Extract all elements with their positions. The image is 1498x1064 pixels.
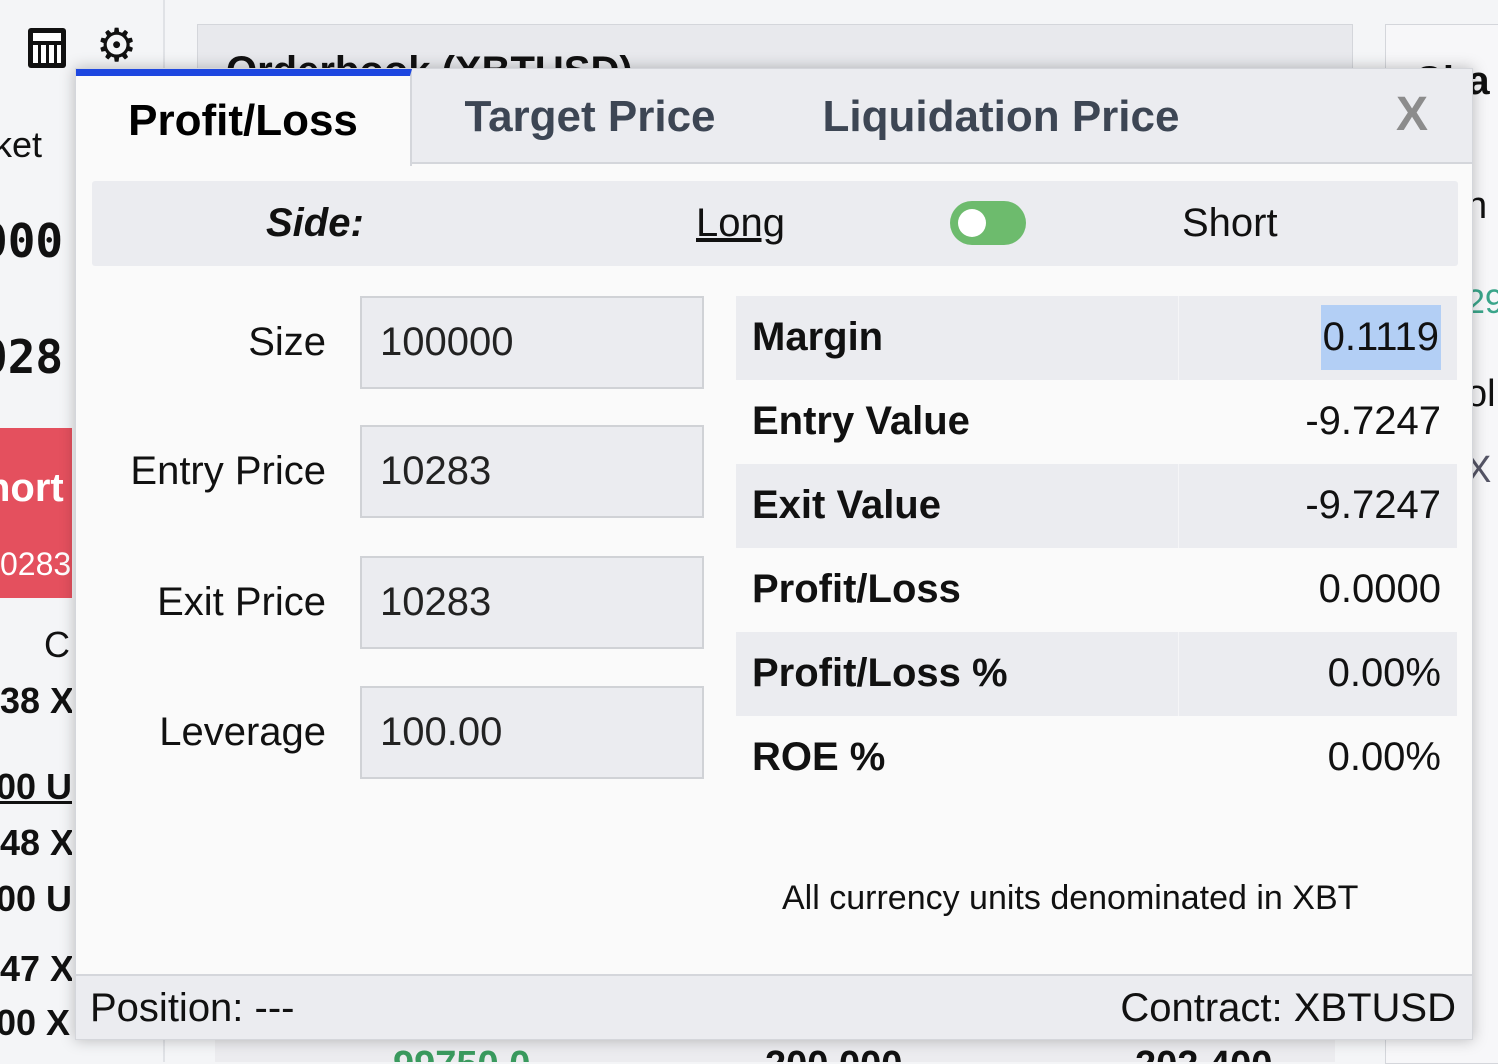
tab-liquidation-price[interactable]: Liquidation Price: [776, 69, 1226, 164]
entry-price-label: Entry Price: [130, 449, 326, 493]
result-row-roe-percent: ROE % 0.00%: [752, 735, 1441, 779]
contract-status: Contract: XBTUSD: [1120, 986, 1456, 1030]
exit-price-label: Exit Price: [157, 580, 326, 624]
side-selector: Side: Long Short: [92, 181, 1458, 266]
margin-value: 0.1119: [1320, 305, 1441, 370]
result-row-exit-value: Exit Value -9.7247: [736, 464, 1457, 548]
close-button[interactable]: X: [1396, 87, 1428, 142]
calculator-tabs: Profit/Loss Target Price Liquidation Pri…: [76, 69, 1472, 166]
leverage-field: Leverage: [76, 686, 706, 779]
result-row-profit-loss-percent: Profit/Loss % 0.00%: [736, 632, 1457, 716]
orderbook-row: 99750.0 200,000 202,400: [215, 1040, 1335, 1062]
side-label: Side:: [266, 201, 364, 245]
result-row-entry-value: Entry Value -9.7247: [752, 399, 1441, 443]
entry-price-field: Entry Price: [76, 425, 706, 518]
tab-profit-loss[interactable]: Profit/Loss: [76, 69, 412, 166]
currency-note: All currency units denominated in XBT: [782, 879, 1359, 917]
result-row-profit-loss: Profit/Loss 0.0000: [752, 567, 1441, 611]
side-short-option[interactable]: Short: [1182, 201, 1278, 246]
side-long-option[interactable]: Long: [696, 201, 785, 246]
size-input[interactable]: [360, 296, 704, 389]
size-field: Size: [76, 296, 706, 389]
result-row-margin: Margin 0.1119: [736, 296, 1457, 380]
position-status: Position: ---: [90, 986, 295, 1030]
calculator-icon[interactable]: [28, 28, 66, 68]
leverage-input[interactable]: [360, 686, 704, 779]
tab-target-price[interactable]: Target Price: [412, 69, 768, 164]
results-table: Margin 0.1119 Entry Value -9.7247 Exit Val…: [736, 296, 1457, 800]
size-label: Size: [248, 320, 326, 364]
exit-price-field: Exit Price: [76, 556, 706, 649]
status-footer: Position: --- Contract: XBTUSD: [76, 974, 1472, 1039]
entry-price-input[interactable]: [360, 425, 704, 518]
gear-icon[interactable]: ⚙: [96, 22, 137, 68]
exit-price-input[interactable]: [360, 556, 704, 649]
order-panel: ket 000 028 hort 0283 C 38 X 00 U 48 X 0…: [0, 124, 72, 1043]
profit-loss-calculator-dialog: Profit/Loss Target Price Liquidation Pri…: [75, 68, 1473, 1040]
leverage-label: Leverage: [159, 710, 326, 754]
short-button[interactable]: hort 0283: [0, 428, 72, 598]
side-toggle[interactable]: [950, 201, 1026, 245]
